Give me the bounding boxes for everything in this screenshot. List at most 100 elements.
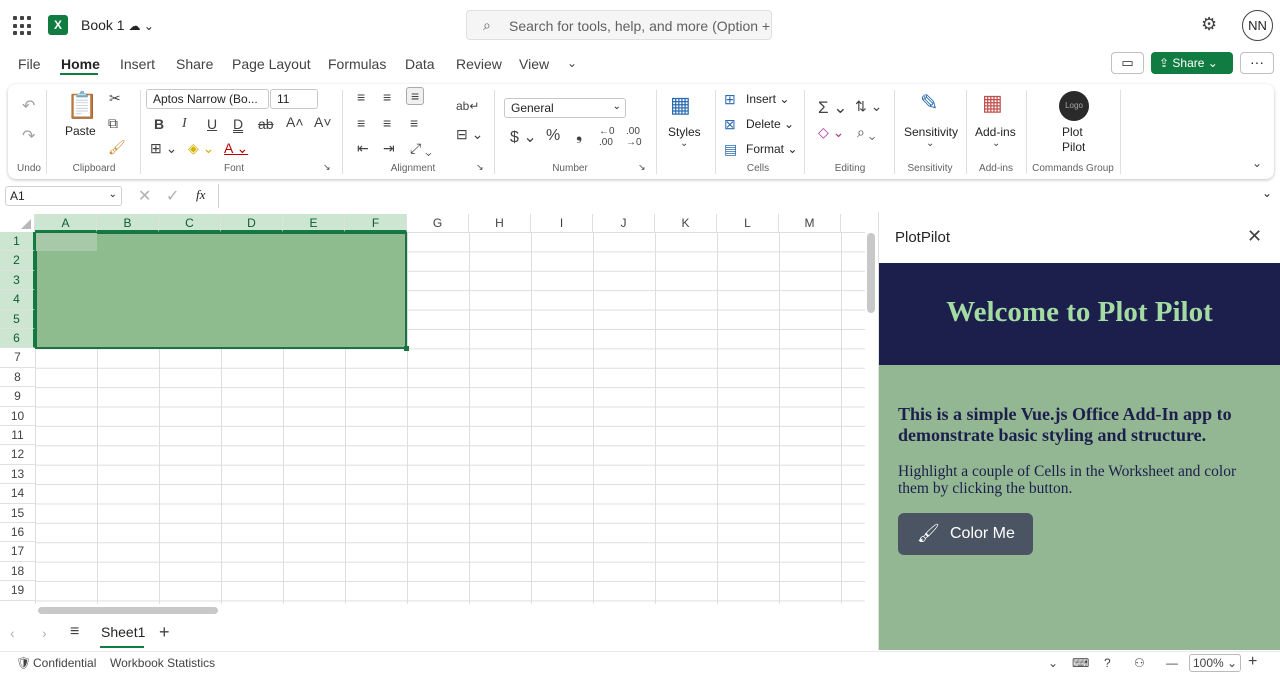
- row-header[interactable]: 19: [0, 581, 35, 601]
- share-button[interactable]: ⇪ Share ⌄: [1151, 52, 1233, 74]
- avatar[interactable]: NN: [1242, 10, 1273, 41]
- horizontal-scrollbar[interactable]: [38, 607, 218, 614]
- column-header[interactable]: J: [593, 214, 655, 232]
- row-header[interactable]: 6: [0, 329, 35, 349]
- name-box[interactable]: A1 ⌄: [5, 186, 122, 206]
- bold-icon[interactable]: B: [154, 116, 164, 132]
- font-name-select[interactable]: Aptos Narrow (Bo...: [146, 89, 269, 109]
- column-header[interactable]: M: [779, 214, 841, 232]
- row-header[interactable]: 15: [0, 504, 35, 523]
- addins-icon[interactable]: ▦: [982, 90, 1003, 116]
- font-color-icon[interactable]: A ⌄: [224, 140, 248, 157]
- styles-label[interactable]: Styles: [668, 125, 701, 139]
- row-header[interactable]: 14: [0, 484, 35, 504]
- row-header[interactable]: 16: [0, 523, 35, 543]
- collapse-ribbon-chevron-icon[interactable]: ⌄: [1252, 156, 1262, 170]
- tab-file[interactable]: File: [18, 56, 41, 72]
- delete-cells-icon[interactable]: ⊠: [724, 116, 736, 133]
- redo-icon[interactable]: ↷: [22, 126, 35, 146]
- more-options-button[interactable]: ···: [1240, 52, 1274, 74]
- double-underline-icon[interactable]: D: [233, 116, 243, 132]
- row-header[interactable]: 4: [0, 290, 35, 310]
- row-header[interactable]: 1: [0, 232, 35, 252]
- underline-icon[interactable]: U: [207, 116, 217, 132]
- align-bottom-icon[interactable]: ≡: [406, 87, 425, 105]
- plotpilot-logo[interactable]: Logo: [1059, 91, 1089, 121]
- delete-cells-label[interactable]: Delete ⌄: [746, 117, 794, 131]
- row-header[interactable]: 5: [0, 309, 35, 329]
- decrease-indent-icon[interactable]: ⇤: [357, 140, 369, 157]
- align-middle-icon[interactable]: ≡: [383, 89, 391, 105]
- column-header[interactable]: A: [35, 214, 97, 232]
- next-sheet-icon[interactable]: ›: [42, 625, 47, 641]
- search-box[interactable]: ⌕ Search for tools, help, and more (Opti…: [466, 10, 772, 40]
- plotpilot-label-line2[interactable]: Pilot: [1062, 140, 1085, 154]
- tab-view[interactable]: View: [519, 56, 549, 72]
- formula-input[interactable]: [220, 186, 1260, 206]
- tab-review[interactable]: Review: [456, 56, 502, 72]
- row-header[interactable]: 2: [0, 251, 35, 271]
- clear-icon[interactable]: ◇ ⌄: [818, 124, 844, 141]
- paste-icon[interactable]: 📋: [66, 90, 98, 121]
- borders-icon[interactable]: ⊞ ⌄: [150, 140, 177, 157]
- tab-formulas[interactable]: Formulas: [328, 56, 386, 72]
- settings-icon[interactable]: ⚙: [1201, 14, 1217, 35]
- number-dialog-launcher-icon[interactable]: ↘: [638, 162, 646, 173]
- tab-data[interactable]: Data: [405, 56, 435, 72]
- zoom-out-icon[interactable]: —: [1166, 656, 1178, 670]
- align-left-icon[interactable]: ≡: [357, 115, 365, 131]
- row-header[interactable]: 7: [0, 348, 35, 368]
- active-cell[interactable]: [36, 233, 97, 251]
- find-select-icon[interactable]: ⌕ ⌄: [857, 124, 875, 141]
- row-header[interactable]: 11: [0, 426, 35, 446]
- align-right-icon[interactable]: ≡: [410, 115, 418, 131]
- tab-page-layout[interactable]: Page Layout: [232, 56, 311, 72]
- comma-style-icon[interactable]: ❟: [576, 127, 582, 145]
- app-launcher-icon[interactable]: [13, 16, 33, 36]
- cut-icon[interactable]: ✂: [109, 90, 121, 107]
- paste-label[interactable]: Paste: [65, 124, 96, 138]
- row-header[interactable]: 17: [0, 542, 35, 562]
- keyboard-icon[interactable]: ⌨: [1072, 656, 1089, 670]
- status-chevron-icon[interactable]: ⌄: [1048, 656, 1058, 670]
- sensitivity-status[interactable]: Confidential: [33, 656, 96, 670]
- zoom-select[interactable]: 100% ⌄: [1189, 654, 1242, 672]
- merge-center-icon[interactable]: ⊟ ⌄: [456, 126, 483, 143]
- autosum-icon[interactable]: Σ ⌄: [818, 98, 847, 118]
- column-header[interactable]: E: [283, 214, 345, 232]
- column-header[interactable]: G: [407, 214, 469, 232]
- column-header[interactable]: C: [159, 214, 221, 232]
- help-icon[interactable]: ?: [1104, 656, 1111, 670]
- add-sheet-icon[interactable]: +: [159, 622, 170, 643]
- column-header[interactable]: B: [97, 214, 159, 232]
- row-header[interactable]: 10: [0, 407, 35, 426]
- tab-share[interactable]: Share: [176, 56, 213, 72]
- orientation-icon[interactable]: ⤢ ⌄: [410, 140, 432, 157]
- close-icon[interactable]: ✕: [1247, 226, 1262, 247]
- column-header[interactable]: L: [717, 214, 779, 232]
- zoom-in-icon[interactable]: +: [1248, 653, 1257, 671]
- insert-function-icon[interactable]: fx: [196, 187, 205, 203]
- column-header[interactable]: K: [655, 214, 717, 232]
- more-tabs-chevron-icon[interactable]: ⌄: [567, 56, 577, 70]
- format-cells-icon[interactable]: ▤: [724, 141, 737, 158]
- workbook-statistics[interactable]: Workbook Statistics: [110, 656, 215, 670]
- workbook-title[interactable]: Book 1 ☁ ⌄: [81, 17, 154, 33]
- format-painter-icon[interactable]: 🖌: [108, 139, 126, 156]
- strikethrough-icon[interactable]: ab: [258, 116, 274, 132]
- font-dialog-launcher-icon[interactable]: ↘: [323, 162, 331, 173]
- percent-style-icon[interactable]: %: [546, 127, 560, 145]
- accounting-format-icon[interactable]: $ ⌄: [510, 127, 537, 147]
- italic-icon[interactable]: I: [182, 116, 187, 132]
- sheet-tab-sheet1[interactable]: Sheet1: [101, 624, 145, 640]
- alignment-dialog-launcher-icon[interactable]: ↘: [476, 162, 484, 173]
- align-top-icon[interactable]: ≡: [357, 89, 365, 105]
- sort-filter-icon[interactable]: ⇅ ⌄: [855, 98, 882, 115]
- vertical-scrollbar[interactable]: [867, 233, 875, 313]
- select-all-corner[interactable]: [0, 214, 35, 232]
- styles-icon[interactable]: ▦: [670, 92, 691, 118]
- column-header[interactable]: I: [531, 214, 593, 232]
- fill-color-icon[interactable]: ◈ ⌄: [188, 140, 214, 157]
- decrease-decimal-icon[interactable]: .00 →0: [626, 126, 642, 148]
- column-header[interactable]: H: [469, 214, 531, 232]
